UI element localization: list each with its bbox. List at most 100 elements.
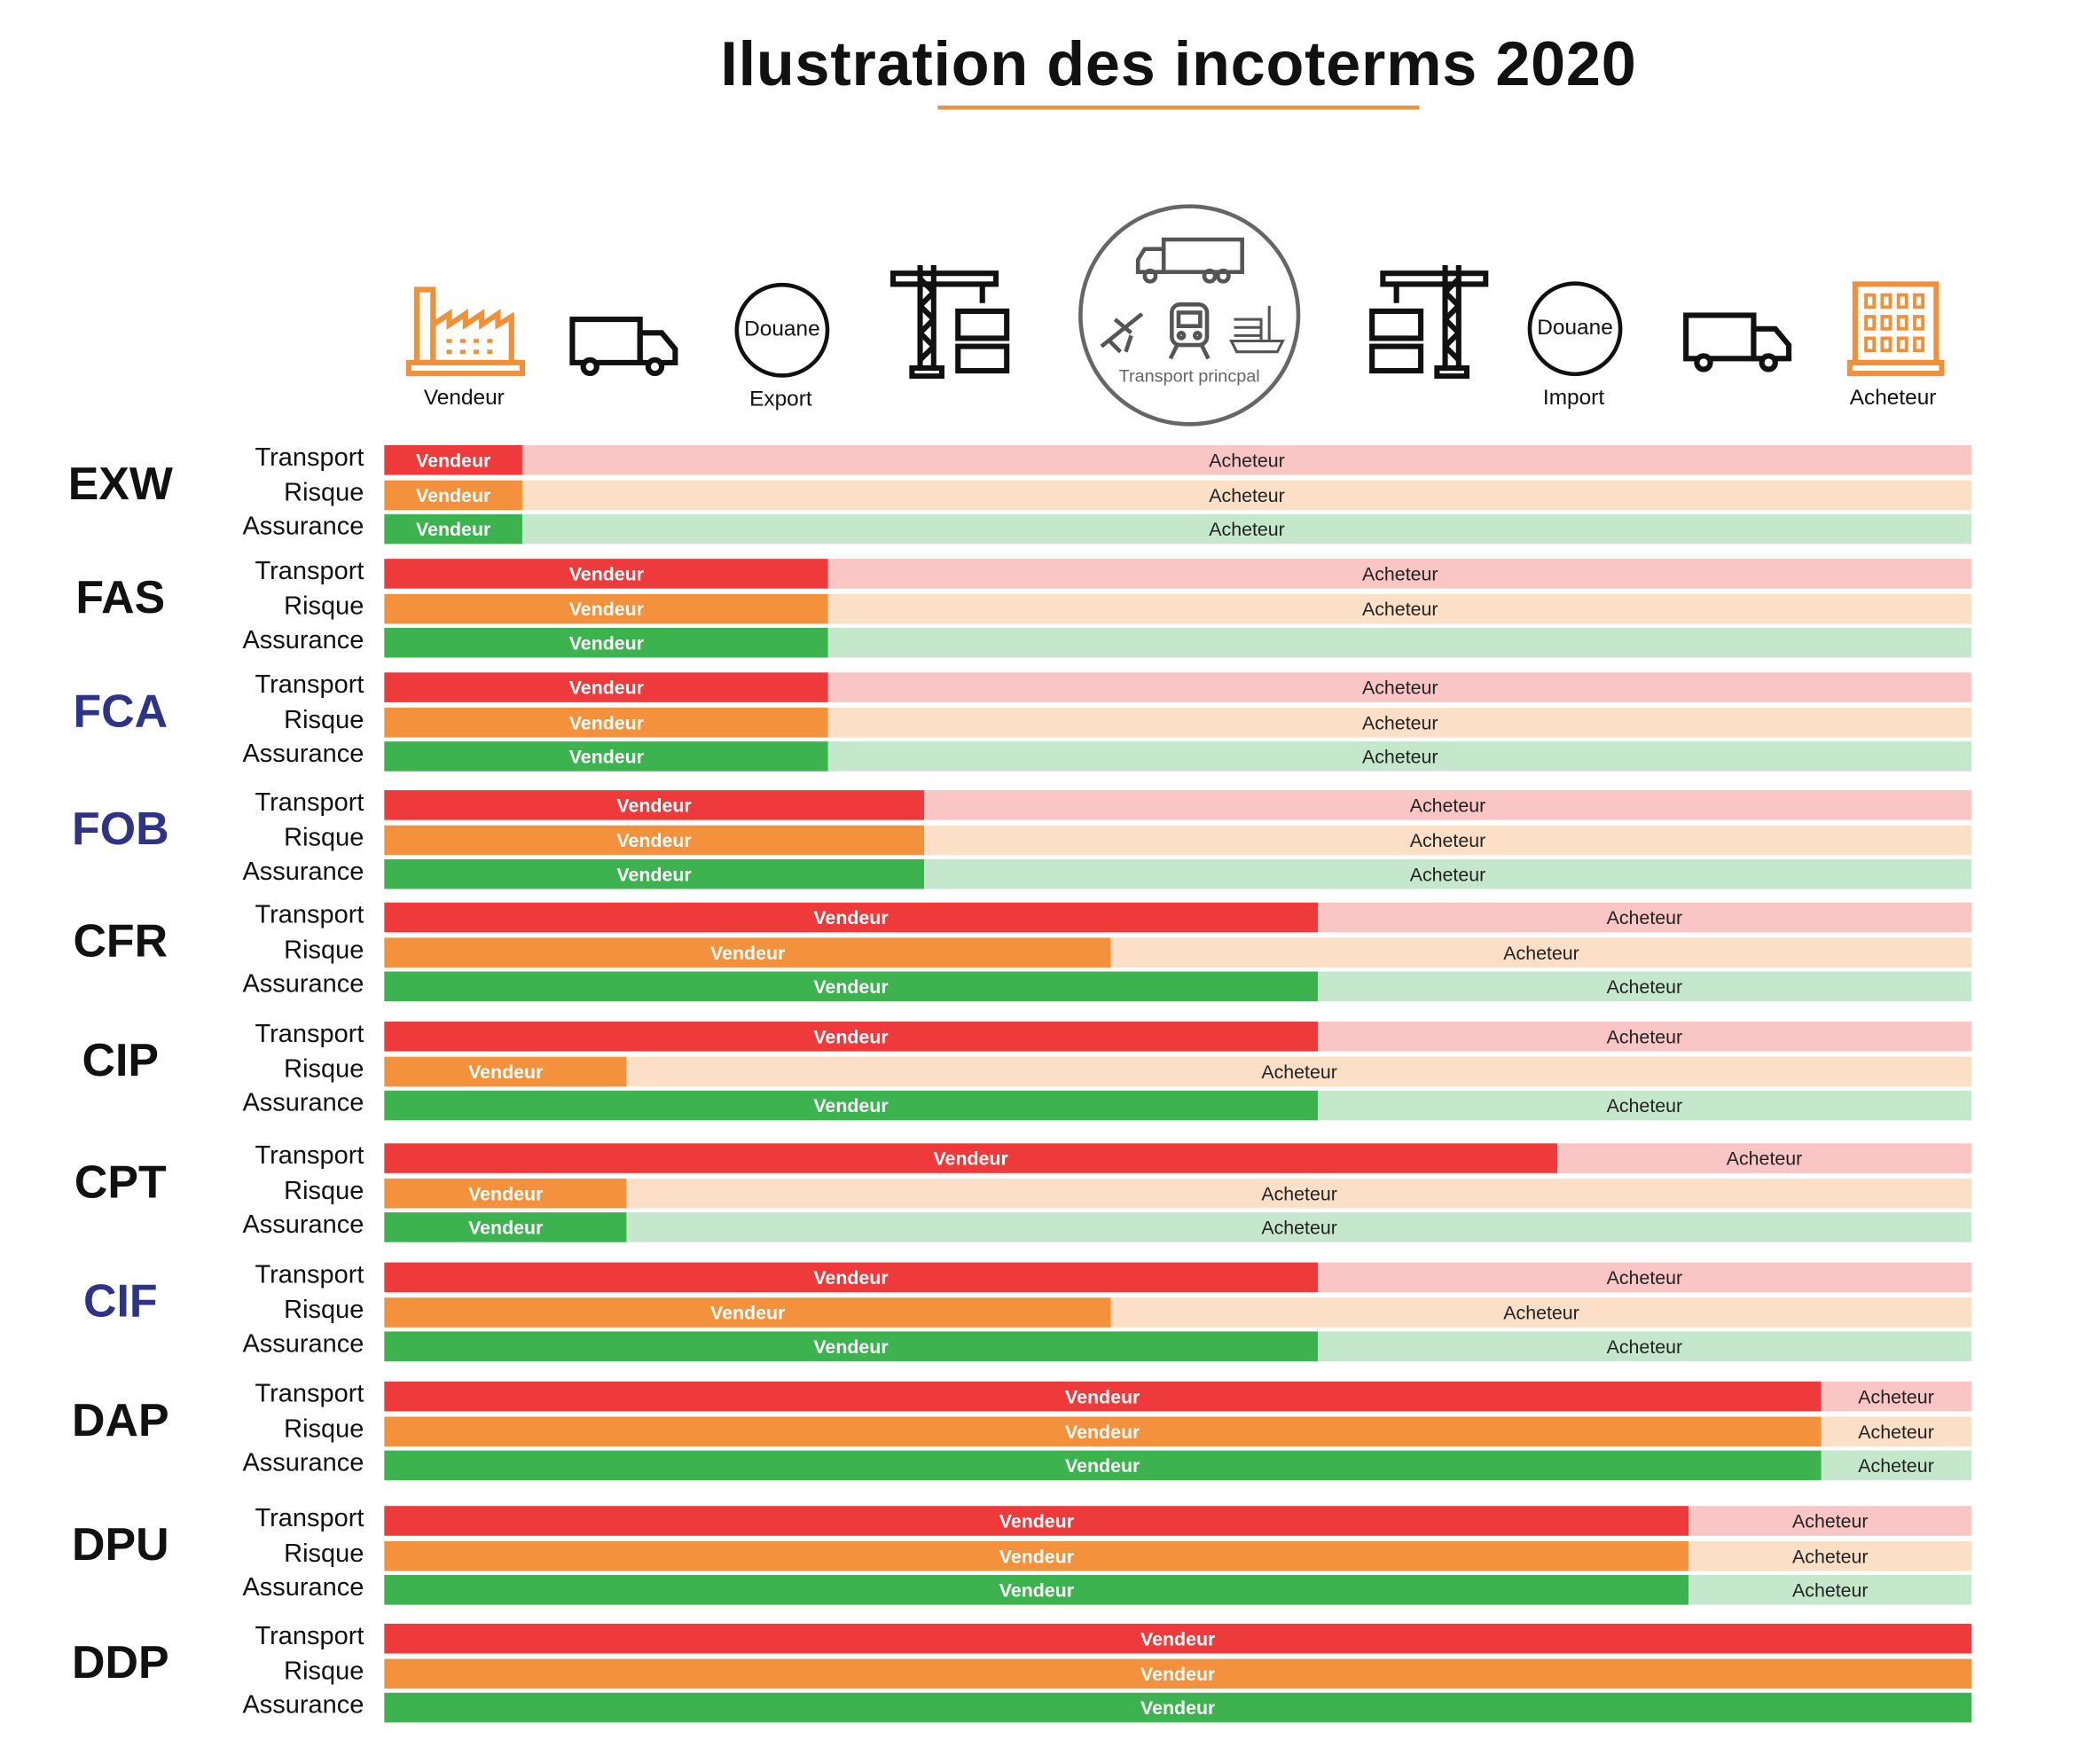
row-label-risque: Risque — [284, 1414, 364, 1444]
bar-cif-transport: Vendeur Acheteur — [384, 1262, 1972, 1293]
buyer-segment: Acheteur — [828, 593, 1972, 623]
chain-caption-export: Export — [749, 388, 812, 411]
seller-segment: Vendeur — [384, 479, 523, 510]
seller-segment: Vendeur — [384, 1506, 1689, 1536]
bar-dap-assurance: Vendeur Acheteur — [384, 1450, 1972, 1481]
row-label-risque: Risque — [284, 592, 364, 621]
row-label-assurance: Assurance — [242, 740, 364, 769]
bar-cif-risque: Vendeur Acheteur — [384, 1297, 1972, 1328]
buyer-segment: Acheteur — [522, 479, 1972, 510]
seller-segment: Vendeur — [384, 1540, 1689, 1571]
bar-fob-assurance: Vendeur Acheteur — [384, 858, 1972, 889]
row-label-assurance: Assurance — [242, 1691, 364, 1720]
seller-segment: Vendeur — [384, 627, 829, 658]
row-label-risque: Risque — [284, 478, 364, 507]
chain-caption-vendeur: Vendeur — [423, 387, 505, 411]
row-label-transport: Transport — [255, 901, 364, 930]
crane-icon — [889, 265, 1010, 380]
seller-segment: Vendeur — [384, 1415, 1822, 1446]
buyer-segment: Acheteur — [627, 1178, 1972, 1208]
buyer-segment: Acheteur — [1556, 1143, 1972, 1173]
row-label-assurance: Assurance — [242, 1210, 364, 1240]
main-transport-icon: Transport princpal — [1078, 204, 1301, 427]
crane-icon — [1369, 265, 1489, 380]
incoterms-diagram: Ilustration des incoterms 2020 Vendeur D… — [0, 0, 2100, 1755]
seller-segment: Vendeur — [384, 672, 829, 702]
row-label-assurance: Assurance — [242, 1089, 364, 1118]
bar-dpu-risque: Vendeur Acheteur — [384, 1540, 1972, 1571]
row-label-transport: Transport — [255, 670, 364, 700]
buyer-segment: Acheteur — [627, 1212, 1972, 1242]
row-label-risque: Risque — [284, 936, 364, 965]
row-label-risque: Risque — [284, 1657, 364, 1686]
bar-ddp-assurance: Vendeur — [384, 1692, 1972, 1723]
seller-segment: Vendeur — [384, 1021, 1318, 1052]
truck-icon — [1683, 312, 1792, 372]
row-label-transport: Transport — [255, 443, 364, 473]
buyer-segment: Acheteur — [1689, 1575, 1972, 1605]
buyer-segment: Acheteur — [923, 858, 1972, 889]
row-label-transport: Transport — [255, 557, 364, 586]
buyer-segment: Acheteur — [1317, 1331, 1972, 1361]
bar-dap-risque: Vendeur Acheteur — [384, 1415, 1972, 1446]
seller-segment: Vendeur — [384, 1143, 1557, 1173]
main-transport-caption: Transport princpal — [1118, 364, 1260, 386]
row-label-risque: Risque — [284, 1539, 364, 1568]
seller-segment: Vendeur — [384, 1090, 1318, 1121]
truck-icon — [569, 317, 678, 377]
row-label-assurance: Assurance — [242, 1329, 364, 1359]
seller-segment: Vendeur — [384, 824, 924, 855]
customs-import-icon: Douane — [1527, 281, 1623, 377]
seller-segment: Vendeur — [384, 1575, 1689, 1605]
buyer-segment: Acheteur — [1821, 1381, 1972, 1412]
seller-segment: Vendeur — [384, 741, 829, 772]
bar-cip-risque: Vendeur Acheteur — [384, 1055, 1972, 1086]
title-underline — [937, 106, 1420, 110]
seller-segment: Vendeur — [384, 1297, 1112, 1328]
row-label-assurance: Assurance — [242, 969, 364, 999]
buyer-segment: Acheteur — [828, 741, 1972, 772]
seller-segment: Vendeur — [384, 1692, 1972, 1723]
chain-caption-acheteur: Acheteur — [1849, 387, 1937, 411]
seller-segment: Vendeur — [384, 1178, 628, 1208]
seller-segment: Vendeur — [384, 858, 924, 889]
bar-exw-risque: Vendeur Acheteur — [384, 479, 1972, 510]
page-title: Ilustration des incoterms 2020 — [720, 28, 1637, 99]
row-label-transport: Transport — [255, 788, 364, 818]
seller-segment: Vendeur — [384, 902, 1318, 933]
buyer-segment: Acheteur — [1689, 1540, 1972, 1571]
bar-dpu-transport: Vendeur Acheteur — [384, 1506, 1972, 1536]
bar-cpt-transport: Vendeur Acheteur — [384, 1143, 1972, 1173]
bar-cif-assurance: Vendeur Acheteur — [384, 1331, 1972, 1361]
buyer-segment: Acheteur — [1689, 1506, 1972, 1536]
bar-ddp-risque: Vendeur — [384, 1657, 1972, 1688]
customs-export-icon: Douane — [734, 282, 830, 378]
bar-fas-assurance: Vendeur — [384, 627, 1972, 658]
seller-segment: Vendeur — [384, 1450, 1822, 1481]
buyer-segment: Acheteur — [828, 707, 1972, 737]
row-label-risque: Risque — [284, 1054, 364, 1084]
bar-cpt-risque: Vendeur Acheteur — [384, 1178, 1972, 1208]
seller-segment: Vendeur — [384, 1055, 628, 1086]
row-label-assurance: Assurance — [242, 626, 364, 655]
seller-segment: Vendeur — [384, 444, 523, 475]
seller-segment: Vendeur — [384, 936, 1112, 968]
buyer-segment: Acheteur — [1317, 1021, 1972, 1052]
bar-cfr-assurance: Vendeur Acheteur — [384, 971, 1972, 1002]
building-icon — [1846, 281, 1945, 377]
bar-exw-transport: Vendeur Acheteur — [384, 444, 1972, 475]
buyer-segment: Acheteur — [828, 672, 1972, 702]
row-label-transport: Transport — [255, 1261, 364, 1290]
buyer-segment: Acheteur — [522, 513, 1972, 545]
row-label-transport: Transport — [255, 1504, 364, 1533]
buyer-segment: Acheteur — [1111, 936, 1972, 968]
buyer-segment: Acheteur — [1317, 1090, 1972, 1121]
seller-segment: Vendeur — [384, 790, 924, 820]
row-label-transport: Transport — [255, 1141, 364, 1171]
seller-segment: Vendeur — [384, 513, 523, 545]
bar-cpt-assurance: Vendeur Acheteur — [384, 1212, 1972, 1242]
buyer-segment: Acheteur — [1317, 971, 1972, 1002]
buyer-segment: Acheteur — [522, 444, 1972, 475]
seller-segment: Vendeur — [384, 593, 829, 623]
row-label-risque: Risque — [284, 705, 364, 734]
